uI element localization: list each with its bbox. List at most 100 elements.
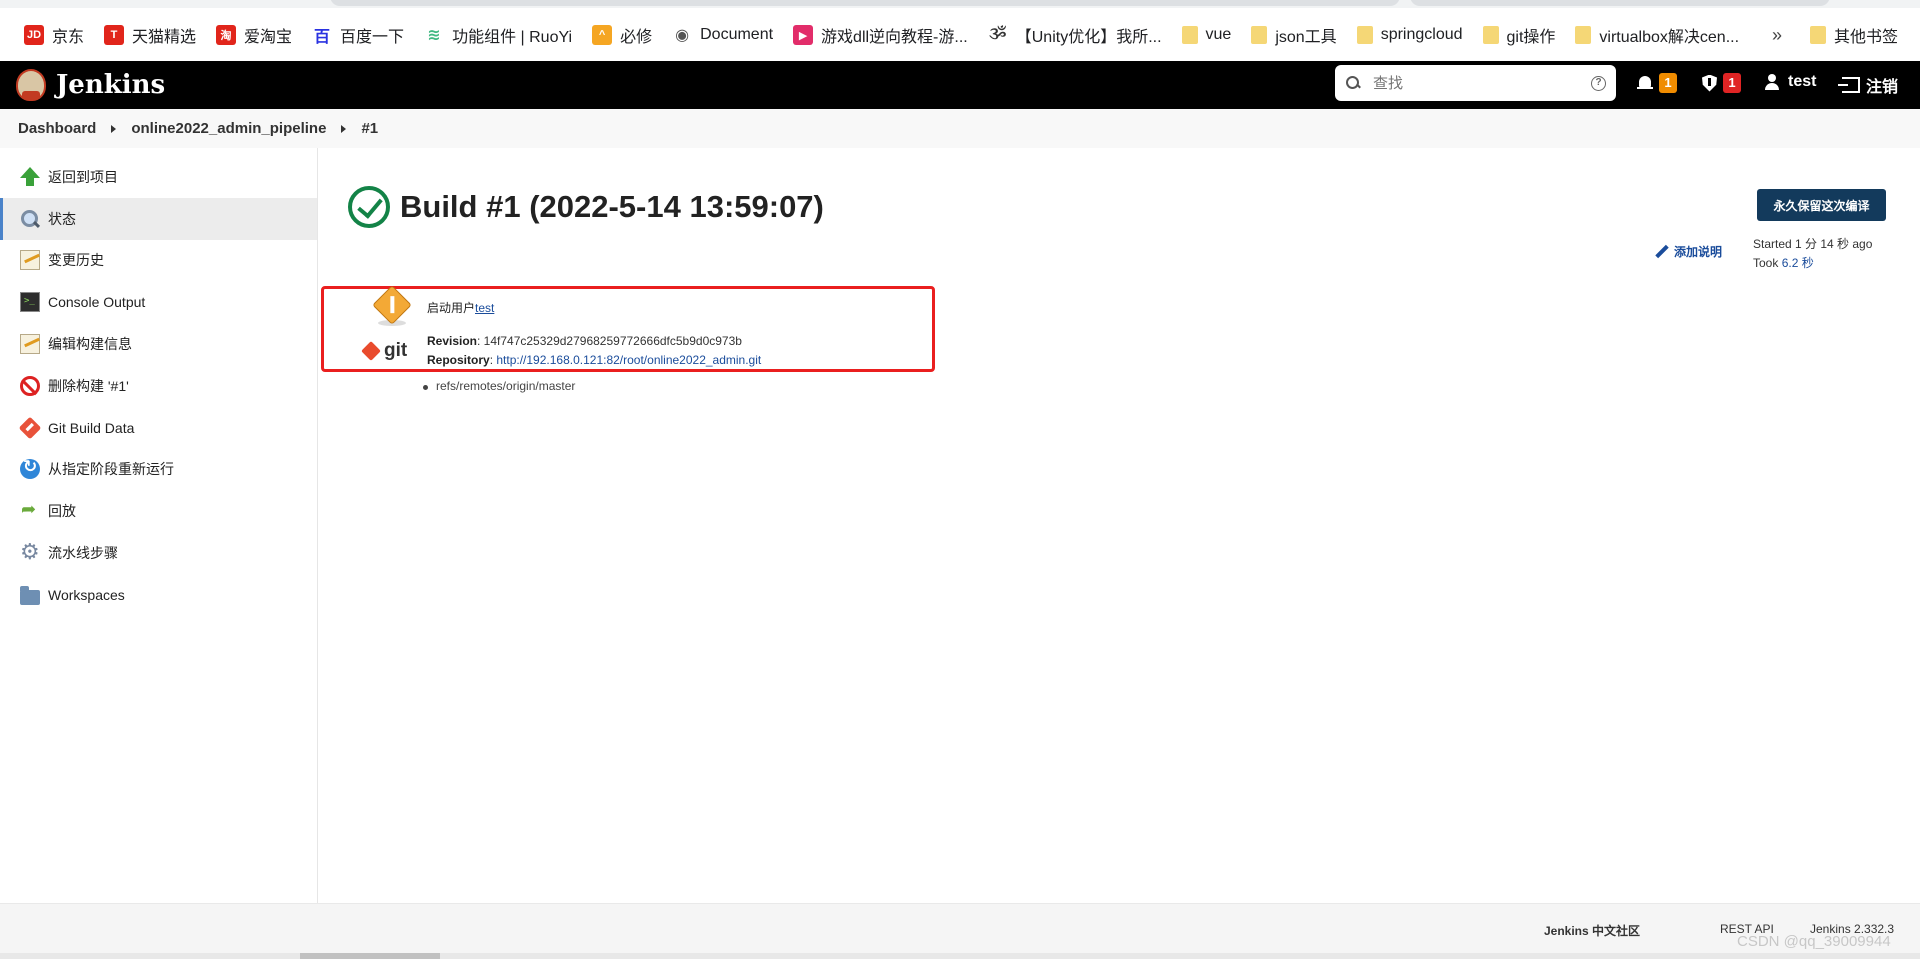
other-bookmarks[interactable]: 其他书签 — [1810, 18, 1898, 52]
sidebar-item-delete-build[interactable]: 删除构建 '#1' — [0, 365, 317, 407]
sidebar-item-label: Console Output — [48, 294, 146, 311]
ruoyi-icon: ≋ — [427, 27, 441, 44]
bookmarks-overflow-button[interactable]: » — [1772, 18, 1782, 52]
sidebar-item-console-output[interactable]: Console Output — [0, 281, 317, 323]
bookmark-label: 京东 — [52, 29, 85, 46]
sidebar-item-replay[interactable]: 回放 — [0, 490, 317, 532]
bookmark-item[interactable]: springcloud — [1347, 18, 1473, 52]
sidebar-item-edit-build-info[interactable]: 编辑构建信息 — [0, 323, 317, 365]
jenkins-logo[interactable]: Jenkins — [16, 69, 165, 101]
add-description-link[interactable]: 添加说明 — [1655, 243, 1722, 260]
pencil-icon — [1655, 245, 1669, 259]
browser-tab[interactable] — [1410, 0, 1830, 6]
bookmark-label: vue — [1205, 26, 1232, 43]
add-description-label: 添加说明 — [1674, 245, 1723, 259]
search-box: ? — [1335, 65, 1616, 101]
notifications-badge: 1 — [1659, 73, 1677, 93]
sidebar-item-changes[interactable]: 变更历史 — [0, 240, 317, 282]
browser-tab[interactable] — [330, 0, 1400, 6]
sidebar-item-label: Git Build Data — [48, 419, 135, 436]
git-icon — [18, 416, 42, 439]
keep-build-forever-button[interactable]: 永久保留这次编译 — [1757, 189, 1886, 221]
logout-button[interactable]: 注销 — [1838, 73, 1898, 97]
revision-line: Revision: 14f747c25329d27968259772666dfc… — [427, 334, 742, 348]
user-cause-icon — [372, 285, 412, 327]
breadcrumb-separator-icon[interactable] — [341, 124, 347, 133]
notifications-button[interactable]: 1 — [1637, 73, 1677, 93]
folder-icon — [20, 586, 40, 606]
started-by: 启动用户test — [427, 301, 495, 315]
logout-icon — [1838, 77, 1860, 93]
bookmark-label: 天猫精选 — [132, 29, 197, 46]
sidebar-item-status[interactable]: 状态 — [0, 197, 317, 240]
jenkins-header: Jenkins ? 1 1 test 注销 — [0, 61, 1920, 109]
folder-icon — [1251, 26, 1268, 44]
restart-icon — [20, 457, 40, 480]
bookmark-item[interactable]: ૐ 【Unity优化】我所... — [978, 18, 1172, 52]
tmall-icon: T — [104, 25, 125, 45]
bookmark-item[interactable]: ≋ 功能组件 | RuoYi — [414, 18, 582, 52]
security-button[interactable]: 1 — [1702, 73, 1741, 93]
up-icon — [20, 166, 40, 187]
sidebar-item-label: 从指定阶段重新运行 — [48, 461, 174, 478]
folder-icon — [1810, 26, 1826, 44]
bookmark-label: 【Unity优化】我所... — [1015, 29, 1162, 46]
bookmark-item[interactable]: ◉ Document — [662, 18, 783, 52]
sidebar-item-pipeline-steps[interactable]: 流水线步骤 — [0, 532, 317, 574]
horizontal-scrollbar[interactable] — [0, 953, 1920, 959]
help-icon[interactable]: ? — [1591, 75, 1606, 91]
git-logo-icon: git — [361, 340, 407, 362]
bookmark-item[interactable]: 淘爱淘宝 — [206, 18, 302, 52]
bookmark-item[interactable]: 百百度一下 — [302, 18, 414, 52]
repository-link[interactable]: http://192.168.0.121:82/root/online2022_… — [496, 353, 761, 367]
bookmark-item[interactable]: JD 京东 — [14, 18, 94, 52]
bookmark-item[interactable]: virtualbox解决cen... — [1565, 18, 1749, 52]
bookmark-label: virtualbox解决cen... — [1599, 29, 1740, 46]
breadcrumb-job[interactable]: online2022_admin_pipeline — [131, 120, 326, 137]
csdn-icon: ૐ — [989, 26, 1007, 43]
bookmark-label: 必修 — [620, 29, 653, 46]
breadcrumb: Dashboard online2022_admin_pipeline #1 — [0, 109, 1920, 148]
sidebar-item-workspaces[interactable]: Workspaces — [0, 574, 317, 616]
sidebar-item-label: 状态 — [48, 210, 76, 227]
search-input[interactable] — [1373, 74, 1591, 92]
sidebar-item-back-to-project[interactable]: 返回到项目 — [0, 156, 317, 198]
shield-icon — [1702, 74, 1717, 92]
globe-icon: ◉ — [675, 27, 690, 44]
breadcrumb-separator-icon[interactable] — [111, 124, 117, 133]
community-link[interactable]: Jenkins 中文社区 — [1544, 922, 1640, 939]
git-info: Revision: 14f747c25329d27968259772666dfc… — [427, 332, 761, 370]
user-menu[interactable]: test — [1764, 73, 1816, 91]
bookmark-item[interactable]: git操作 — [1473, 18, 1566, 52]
other-bookmarks-label: 其他书签 — [1834, 29, 1899, 46]
bookmark-item[interactable]: ^ 必修 — [582, 18, 662, 52]
bookmark-label: git操作 — [1506, 29, 1556, 46]
highlight-box: 启动用户test git Revision: 14f747c25329d2796… — [321, 285, 935, 372]
sidebar-item-label: 删除构建 '#1' — [48, 377, 129, 394]
bell-icon — [1637, 75, 1653, 92]
branch-ref: refs/remotes/origin/master — [422, 379, 576, 393]
bookmark-item[interactable]: ▶ 游戏dll逆向教程-游... — [783, 18, 978, 52]
took-line: Took 6.2 秒 — [1753, 256, 1814, 270]
bookmark-label: 百度一下 — [340, 29, 405, 46]
sidebar-item-git-build-data[interactable]: Git Build Data — [0, 407, 317, 449]
mag-icon — [20, 209, 40, 229]
user-icon — [1764, 74, 1780, 90]
bookmark-label: 爱淘宝 — [244, 29, 293, 46]
bookmark-item[interactable]: T 天猫精选 — [94, 18, 206, 52]
folder-icon — [1356, 26, 1373, 44]
breadcrumb-build[interactable]: #1 — [361, 120, 378, 137]
build-heading: Build #1 (2022-5-14 13:59:07) — [348, 186, 824, 228]
search-icon — [1345, 75, 1361, 91]
bookmark-item[interactable]: vue — [1172, 18, 1242, 52]
sidebar-item-label: 变更历史 — [48, 252, 104, 269]
sidebar-item-restart-from-stage[interactable]: 从指定阶段重新运行 — [0, 449, 317, 491]
scrollbar-thumb[interactable] — [300, 953, 440, 959]
bookmark-label: 功能组件 | RuoYi — [452, 29, 573, 46]
jenkins-butler-icon — [16, 69, 46, 101]
started-by-user-link[interactable]: test — [475, 301, 494, 315]
jd-icon: JD — [24, 25, 44, 45]
breadcrumb-dashboard[interactable]: Dashboard — [18, 120, 96, 137]
bookmark-item[interactable]: json工具 — [1241, 18, 1346, 52]
took-duration-link[interactable]: 6.2 秒 — [1782, 256, 1814, 270]
